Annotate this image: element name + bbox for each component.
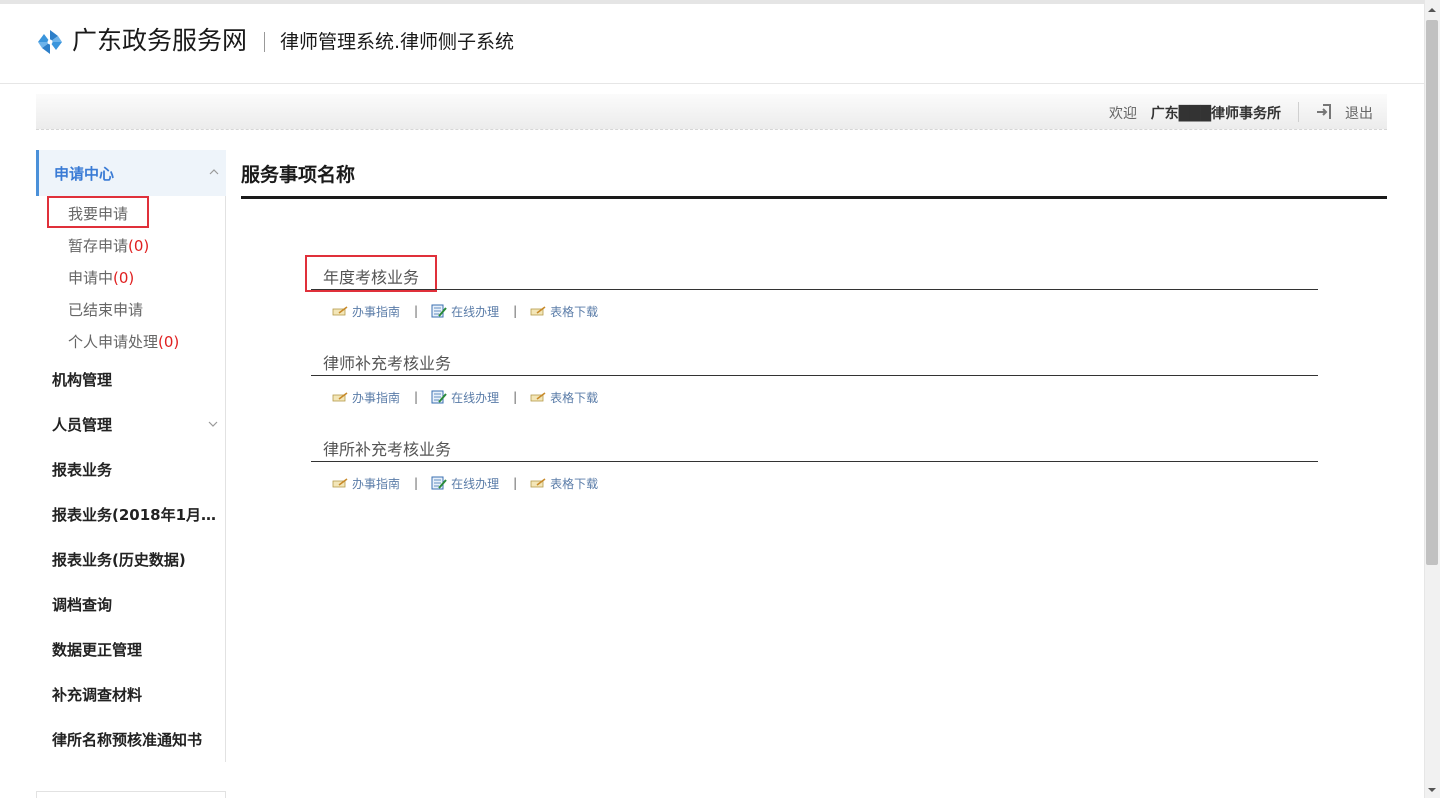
sidebar-sub-item-draft[interactable]: 暂存申请(0) [68, 235, 149, 256]
service-title-firm-supplementary[interactable]: 律所补充考核业务 [323, 436, 451, 460]
header-divider [264, 32, 265, 52]
service-links: 办事指南 | 在线办理 | 表格下载 [332, 474, 598, 492]
pencil-note-icon [332, 392, 348, 402]
welcome-label: 欢迎 [1109, 106, 1137, 122]
scroll-down-arrow-icon[interactable] [1428, 786, 1436, 794]
count-badge: (0) [113, 269, 135, 287]
chevron-up-icon [209, 169, 219, 175]
count-badge: (0) [128, 237, 150, 255]
scroll-up-arrow-icon[interactable] [1428, 6, 1436, 14]
page-title: 服务事项名称 [241, 164, 356, 186]
sidebar-item-org-management[interactable]: 机构管理 [52, 369, 224, 390]
download-link[interactable]: 表格下载 [530, 389, 598, 406]
edit-form-icon [431, 390, 447, 404]
sidebar-sub-item-in-progress[interactable]: 申请中(0) [68, 267, 134, 288]
sidebar-item-data-correction[interactable]: 数据更正管理 [52, 639, 224, 660]
service-title-lawyer-supplementary[interactable]: 律师补充考核业务 [323, 350, 451, 374]
sidebar-section-apply-center[interactable]: 申请中心 [36, 150, 226, 196]
service-rule [311, 375, 1318, 376]
pencil-note-icon [530, 306, 546, 316]
sidebar-item-reports[interactable]: 报表业务 [52, 459, 224, 480]
sidebar-lower-panel [36, 791, 226, 798]
sidebar: 申请中心 我要申请 暂存申请(0) 申请中(0) 已结束申请 个人申请处理(0)… [36, 150, 226, 762]
online-link[interactable]: 在线办理 [431, 389, 499, 406]
chevron-down-icon [208, 421, 218, 427]
service-links: 办事指南 | 在线办理 | 表格下载 [332, 302, 598, 320]
service-rule [311, 461, 1318, 462]
download-link[interactable]: 表格下载 [530, 475, 598, 492]
download-link[interactable]: 表格下载 [530, 303, 598, 320]
service-links: 办事指南 | 在线办理 | 表格下载 [332, 388, 598, 406]
pencil-note-icon [530, 478, 546, 488]
brand-name: 广东政务服务网 [72, 26, 248, 55]
online-link[interactable]: 在线办理 [431, 303, 499, 320]
pencil-note-icon [332, 478, 348, 488]
service-title-annual-review[interactable]: 年度考核业务 [323, 264, 419, 288]
scrollbar-thumb[interactable] [1426, 20, 1438, 565]
site-header: 广东政务服务网 律师管理系统.律师侧子系统 [0, 4, 1424, 84]
sidebar-item-name-approval-notice[interactable]: 律所名称预核准通知书 [52, 729, 224, 750]
system-title: 律师管理系统.律师侧子系统 [280, 31, 515, 53]
service-rule [311, 289, 1318, 290]
sidebar-item-reports-2018[interactable]: 报表业务(2018年1月至... [52, 504, 224, 525]
count-badge: (0) [158, 333, 180, 351]
pencil-note-icon [530, 392, 546, 402]
edit-form-icon [431, 304, 447, 318]
sidebar-sub-item-finished[interactable]: 已结束申请 [68, 299, 143, 320]
userbar-divider [1298, 102, 1299, 122]
sidebar-item-reports-history[interactable]: 报表业务(历史数据) [52, 549, 224, 570]
sidebar-item-supplementary-materials[interactable]: 补充调查材料 [52, 684, 224, 705]
sidebar-sub-item-apply[interactable]: 我要申请 [68, 203, 128, 224]
pencil-note-icon [332, 306, 348, 316]
sidebar-sub-item-personal[interactable]: 个人申请处理(0) [68, 331, 179, 352]
sidebar-item-file-query[interactable]: 调档查询 [52, 594, 224, 615]
guide-link[interactable]: 办事指南 [332, 475, 400, 492]
user-name: 广东███律师事务所 [1150, 106, 1281, 122]
edit-form-icon [431, 476, 447, 490]
guide-link[interactable]: 办事指南 [332, 303, 400, 320]
sidebar-item-staff-management[interactable]: 人员管理 [52, 414, 224, 435]
vertical-scrollbar[interactable] [1424, 0, 1440, 798]
logout-link[interactable]: 退出 [1345, 103, 1373, 123]
online-link[interactable]: 在线办理 [431, 475, 499, 492]
user-bar: 欢迎 广东███律师事务所 退出 [36, 94, 1387, 130]
guide-link[interactable]: 办事指南 [332, 389, 400, 406]
pinwheel-logo-icon [38, 30, 62, 54]
sidebar-section-label: 申请中心 [54, 165, 115, 183]
title-rule [241, 196, 1387, 199]
logout-icon[interactable] [1315, 102, 1335, 122]
